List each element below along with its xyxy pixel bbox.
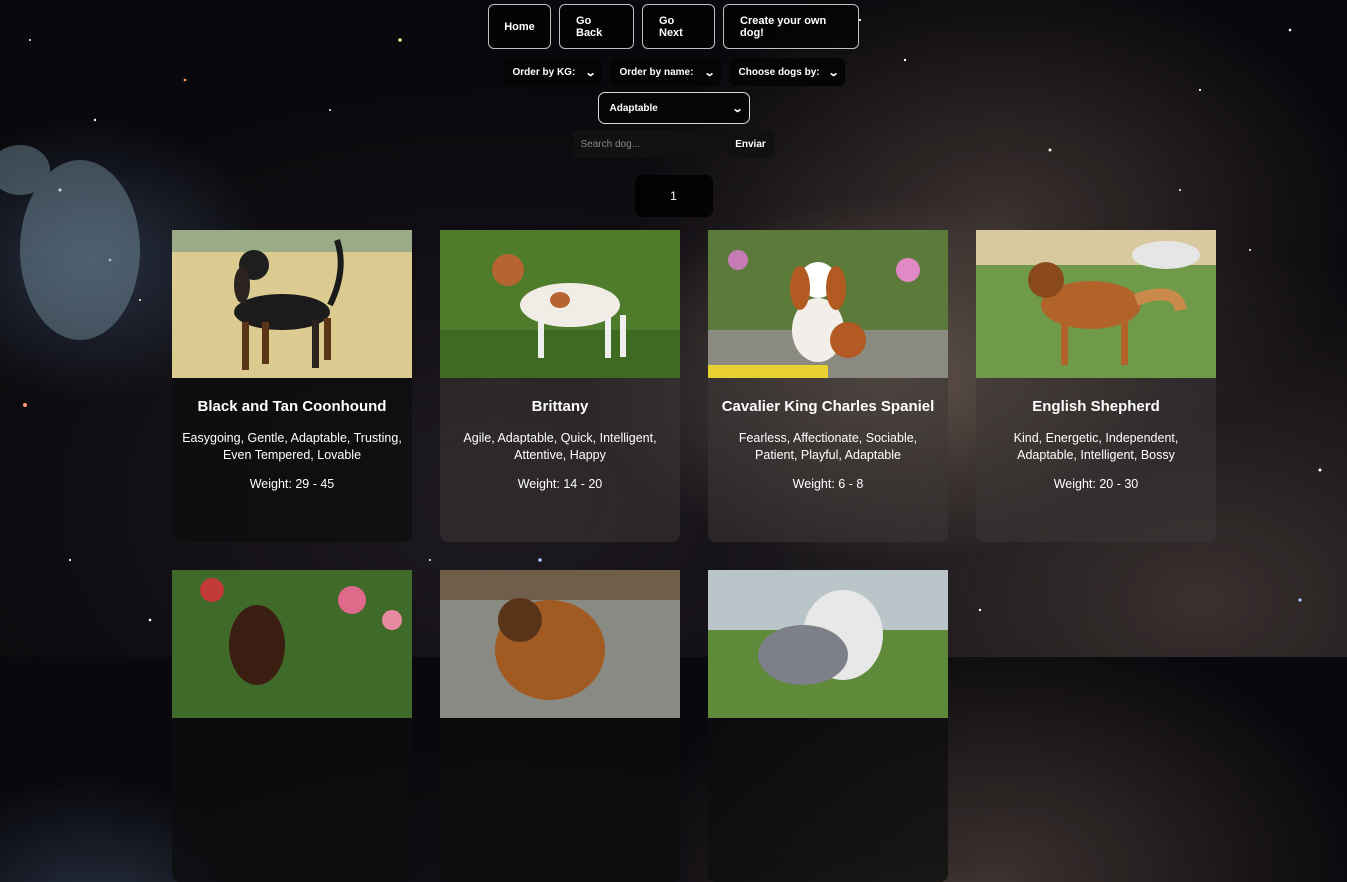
search-bar: Enviar xyxy=(0,130,1347,158)
dog-photo xyxy=(708,570,948,718)
pagination: 1 xyxy=(0,175,1347,217)
dog-temperament: Fearless, Affectionate, Sociable, Patien… xyxy=(738,431,918,462)
choose-dogs-by-select[interactable]: Choose dogs by: ⌄ xyxy=(728,58,845,86)
dog-photo xyxy=(172,230,412,378)
dog-photo xyxy=(440,230,680,378)
dog-card[interactable]: Black and Tan Coonhound Easygoing, Gentl… xyxy=(172,230,412,542)
chevron-down-icon: ⌄ xyxy=(827,66,840,79)
dog-weight: Weight: 6 - 8 xyxy=(792,477,864,491)
dog-temperament: Kind, Energetic, Independent, Adaptable,… xyxy=(1013,431,1179,462)
dog-photo xyxy=(440,570,680,718)
dog-card[interactable] xyxy=(440,570,680,882)
go-back-button[interactable]: Go Back xyxy=(559,4,634,49)
page-button-1[interactable]: 1 xyxy=(634,175,713,217)
search-input[interactable] xyxy=(572,130,719,158)
dog-temperament: Easygoing, Gentle, Adaptable, Trusting, … xyxy=(182,431,402,462)
dog-card-grid: Black and Tan Coonhound Easygoing, Gentl… xyxy=(172,230,1216,882)
order-by-name-select[interactable]: Order by name: ⌄ xyxy=(609,58,721,86)
dog-card[interactable]: Cavalier King Charles Spaniel Fearless, … xyxy=(708,230,948,542)
order-by-kg-select[interactable]: Order by KG: ⌄ xyxy=(502,58,602,86)
order-by-kg-label: Order by KG: xyxy=(512,66,576,78)
create-dog-button[interactable]: Create your own dog! xyxy=(723,4,859,49)
chevron-down-icon: ⌄ xyxy=(731,102,744,115)
dog-name: Brittany xyxy=(531,398,589,415)
dog-name: Cavalier King Charles Spaniel xyxy=(721,398,935,415)
home-button[interactable]: Home xyxy=(488,4,551,49)
choose-dogs-by-label: Choose dogs by: xyxy=(738,66,820,78)
go-next-button[interactable]: Go Next xyxy=(642,4,715,49)
search-submit-button[interactable]: Enviar xyxy=(726,130,775,158)
dog-photo xyxy=(172,570,412,718)
temperament-select[interactable]: Adaptable ⌄ xyxy=(597,92,750,124)
dog-name: English Shepherd xyxy=(1032,398,1160,415)
temperament-selected-value: Adaptable xyxy=(609,102,658,114)
dog-temperament: Agile, Adaptable, Quick, Intelligent, At… xyxy=(463,431,657,462)
dog-card[interactable]: English Shepherd Kind, Energetic, Indepe… xyxy=(976,230,1216,542)
dog-weight: Weight: 20 - 30 xyxy=(1053,477,1139,491)
dog-card[interactable] xyxy=(708,570,948,882)
top-navigation: Home Go Back Go Next Create your own dog… xyxy=(0,4,1347,49)
dog-card[interactable]: Brittany Agile, Adaptable, Quick, Intell… xyxy=(440,230,680,542)
dog-photo xyxy=(708,230,948,378)
dog-weight: Weight: 14 - 20 xyxy=(517,477,603,491)
filter-bar: Order by KG: ⌄ Order by name: ⌄ Choose d… xyxy=(0,58,1347,86)
dog-weight: Weight: 29 - 45 xyxy=(249,477,335,491)
order-by-name-label: Order by name: xyxy=(619,66,694,78)
dog-photo xyxy=(976,230,1216,378)
temperament-filter-row: Adaptable ⌄ xyxy=(0,92,1347,124)
dog-name: Black and Tan Coonhound xyxy=(197,398,387,415)
dog-card[interactable] xyxy=(172,570,412,882)
chevron-down-icon: ⌄ xyxy=(703,66,716,79)
chevron-down-icon: ⌄ xyxy=(584,66,597,79)
